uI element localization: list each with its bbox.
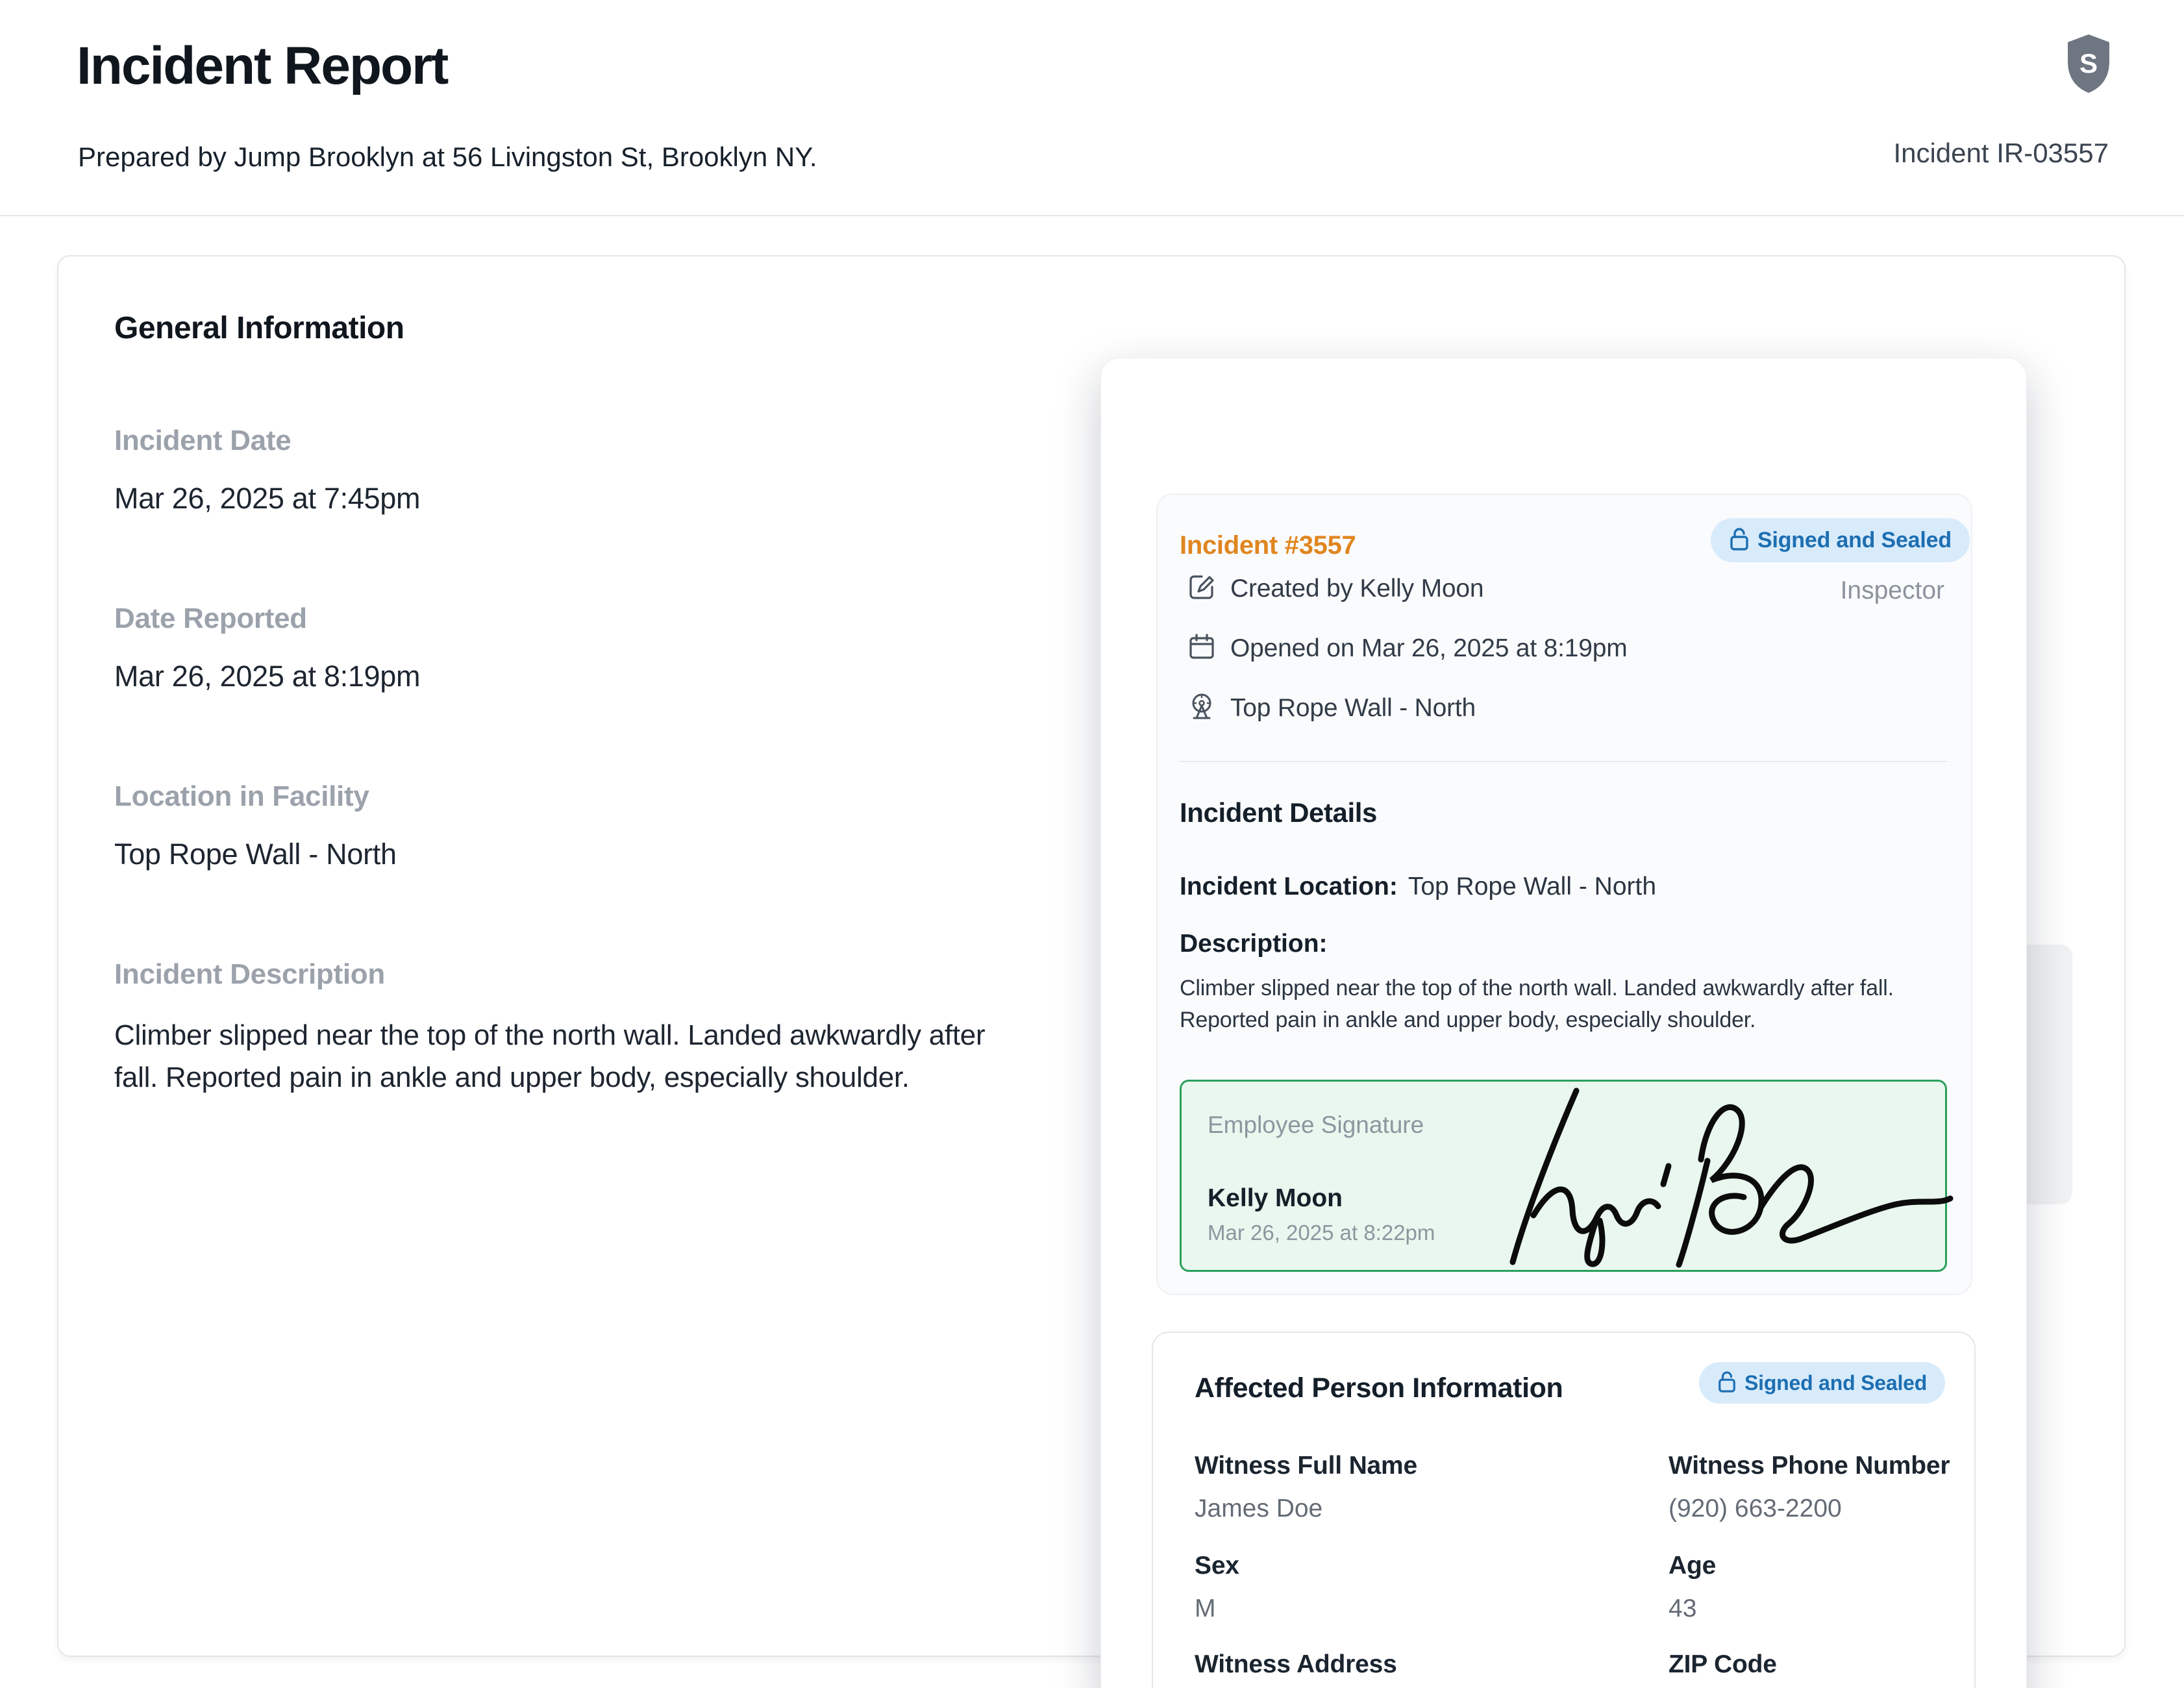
sex-value: M: [1195, 1595, 1216, 1623]
witness-phone-value: (920) 663-2200: [1669, 1495, 1842, 1523]
incident-location-value: Top Rope Wall - North: [1408, 873, 1656, 900]
calendar-icon: [1187, 632, 1216, 664]
page-subtitle: Prepared by Jump Brooklyn at 56 Livingst…: [78, 142, 817, 173]
signer-name: Kelly Moon: [1208, 1184, 1343, 1213]
incident-location-line: Incident Location: Top Rope Wall - North: [1180, 873, 1656, 901]
lock-icon: [1717, 1370, 1737, 1396]
lock-icon: [1729, 527, 1750, 554]
location-text: Top Rope Wall - North: [1230, 694, 1476, 723]
employee-signature-label: Employee Signature: [1208, 1111, 1424, 1139]
incident-number: Incident #3557: [1180, 531, 1356, 560]
incident-location-label: Incident Location:: [1180, 873, 1398, 900]
zip-code-label: ZIP Code: [1669, 1650, 1777, 1679]
ferris-wheel-icon: [1187, 692, 1216, 724]
date-reported-label: Date Reported: [114, 602, 307, 635]
page-header: Incident Report Prepared by Jump Brookly…: [0, 0, 2184, 216]
incident-details-title: Incident Details: [1180, 797, 1377, 828]
svg-text:S: S: [2079, 48, 2098, 79]
divider: [1180, 761, 1947, 762]
creator-role: Inspector: [1841, 577, 1944, 605]
signature-timestamp: Mar 26, 2025 at 8:22pm: [1208, 1221, 1435, 1245]
description-label: Description:: [1180, 930, 1328, 958]
incident-description-label: Incident Description: [114, 958, 385, 991]
witness-address-label: Witness Address: [1195, 1650, 1397, 1679]
age-value: 43: [1669, 1595, 1696, 1623]
badge-label: Signed and Sealed: [1744, 1371, 1927, 1395]
description-text: Climber slipped near the top of the nort…: [1180, 973, 1952, 1037]
location-facility-label: Location in Facility: [114, 780, 369, 813]
badge-label: Signed and Sealed: [1757, 528, 1952, 553]
signed-sealed-badge-2: Signed and Sealed: [1699, 1362, 1945, 1404]
incident-date-value: Mar 26, 2025 at 7:45pm: [114, 482, 420, 515]
edit-icon: [1187, 573, 1216, 604]
witness-name-value: James Doe: [1195, 1495, 1322, 1523]
created-by-row: Created by Kelly Moon: [1187, 573, 1483, 604]
age-label: Age: [1669, 1552, 1716, 1580]
sex-label: Sex: [1195, 1552, 1239, 1580]
location-facility-value: Top Rope Wall - North: [114, 838, 397, 871]
affected-person-title: Affected Person Information: [1195, 1372, 1563, 1404]
incident-date-label: Incident Date: [114, 425, 291, 457]
signature-image: [1493, 1083, 1967, 1269]
date-reported-value: Mar 26, 2025 at 8:19pm: [114, 660, 420, 693]
opened-on-row: Opened on Mar 26, 2025 at 8:19pm: [1187, 632, 1628, 664]
shield-logo-icon: S: [2063, 32, 2114, 95]
incident-id: Incident IR-03557: [1893, 138, 2109, 169]
created-by-text: Created by Kelly Moon: [1230, 575, 1483, 603]
signed-sealed-badge: Signed and Sealed: [1711, 518, 1970, 562]
page-title: Incident Report: [77, 36, 447, 97]
location-row: Top Rope Wall - North: [1187, 692, 1476, 724]
opened-on-text: Opened on Mar 26, 2025 at 8:19pm: [1230, 634, 1628, 663]
incident-description-text: Climber slipped near the top of the nort…: [114, 1014, 991, 1098]
general-information-title: General Information: [114, 310, 404, 346]
witness-phone-label: Witness Phone Number: [1669, 1452, 1950, 1480]
witness-name-label: Witness Full Name: [1195, 1452, 1417, 1480]
